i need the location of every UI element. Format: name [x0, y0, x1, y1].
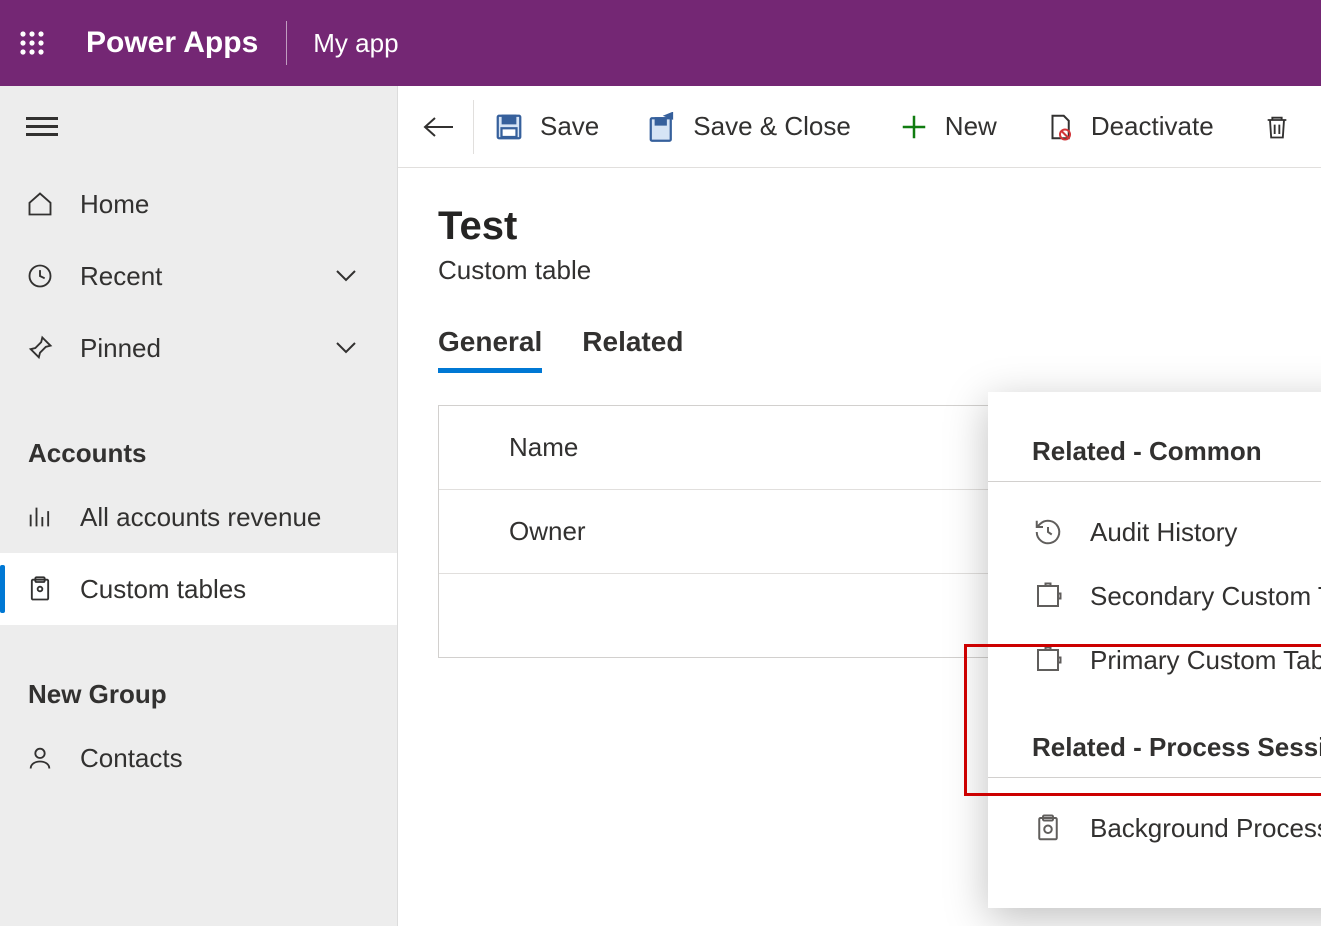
plus-icon — [899, 112, 929, 142]
command-bar: Save Save & Close New Deactivate — [398, 86, 1321, 168]
related-item-audit-history[interactable]: Audit History — [988, 500, 1321, 564]
chart-icon — [24, 501, 56, 533]
sidebar-item-pinned[interactable]: Pinned — [0, 312, 397, 384]
brand-label[interactable]: Power Apps — [64, 26, 286, 60]
clipboard-icon — [24, 573, 56, 605]
sidebar-item-recent[interactable]: Recent — [0, 240, 397, 312]
back-button[interactable] — [420, 100, 474, 154]
arrow-left-icon — [421, 115, 455, 139]
hamburger-icon — [26, 115, 58, 139]
related-item-label: Background Processes — [1090, 813, 1321, 844]
related-item-label: Primary Custom Table Relationship — [1090, 645, 1321, 676]
chevron-down-icon — [335, 269, 357, 283]
sidebar-section-accounts: Accounts — [0, 424, 397, 481]
top-bar: Power Apps My app — [0, 0, 1321, 86]
related-item-secondary-custom-table[interactable]: Secondary Custom Table Relationship — [988, 564, 1321, 628]
app-name-label[interactable]: My app — [287, 28, 398, 59]
home-icon — [24, 188, 56, 220]
person-icon — [24, 742, 56, 774]
page-header: Test Custom table — [398, 168, 1321, 286]
command-label: New — [945, 111, 997, 142]
related-item-label: Secondary Custom Table Relationship — [1090, 581, 1321, 612]
puzzle-icon — [1032, 580, 1064, 612]
command-label: Save — [540, 111, 599, 142]
waffle-icon — [19, 30, 45, 56]
trash-icon — [1263, 112, 1293, 142]
tab-general[interactable]: General — [438, 326, 542, 373]
app-launcher-button[interactable] — [0, 30, 64, 56]
page-title: Test — [438, 204, 1321, 249]
sidebar-item-all-accounts-revenue[interactable]: All accounts revenue — [0, 481, 397, 553]
related-group-common-title: Related - Common — [988, 436, 1321, 482]
pin-icon — [24, 332, 56, 364]
deactivate-button[interactable]: Deactivate — [1045, 111, 1214, 142]
sidebar-item-home[interactable]: Home — [0, 168, 397, 240]
page-subtitle: Custom table — [438, 255, 1321, 286]
sidebar-item-label: Pinned — [80, 333, 161, 364]
main-content: Save Save & Close New Deactivate — [398, 86, 1321, 926]
sidebar-item-label: Recent — [80, 261, 162, 292]
sidebar-item-label: Home — [80, 189, 149, 220]
save-icon — [494, 112, 524, 142]
sidebar-item-label: All accounts revenue — [80, 502, 321, 533]
related-group-process-title: Related - Process Sessions — [988, 732, 1321, 778]
sidebar-item-custom-tables[interactable]: Custom tables — [0, 553, 397, 625]
save-close-button[interactable]: Save & Close — [647, 111, 851, 142]
puzzle-icon — [1032, 644, 1064, 676]
related-item-label: Audit History — [1090, 517, 1237, 548]
related-dropdown: Related - Common Audit History Secondary… — [988, 392, 1321, 908]
delete-button[interactable] — [1263, 112, 1321, 142]
save-button[interactable]: Save — [494, 111, 599, 142]
command-label: Save & Close — [693, 111, 851, 142]
clipboard-gear-icon — [1032, 812, 1064, 844]
related-item-background-processes[interactable]: Background Processes — [988, 796, 1321, 860]
deactivate-icon — [1045, 112, 1075, 142]
related-item-primary-custom-table[interactable]: Primary Custom Table Relationship — [988, 628, 1321, 692]
save-close-icon — [647, 112, 677, 142]
sidebar-collapse-button[interactable] — [0, 86, 397, 168]
sidebar: Home Recent Pinned Accounts A — [0, 86, 398, 926]
sidebar-item-label: Custom tables — [80, 574, 246, 605]
clock-icon — [24, 260, 56, 292]
history-icon — [1032, 516, 1064, 548]
sidebar-item-contacts[interactable]: Contacts — [0, 722, 397, 794]
sidebar-section-new-group: New Group — [0, 665, 397, 722]
chevron-down-icon — [335, 341, 357, 355]
sidebar-item-label: Contacts — [80, 743, 183, 774]
new-button[interactable]: New — [899, 111, 997, 142]
tab-strip: General Related — [438, 326, 1321, 373]
command-label: Deactivate — [1091, 111, 1214, 142]
tab-related[interactable]: Related — [582, 326, 683, 373]
